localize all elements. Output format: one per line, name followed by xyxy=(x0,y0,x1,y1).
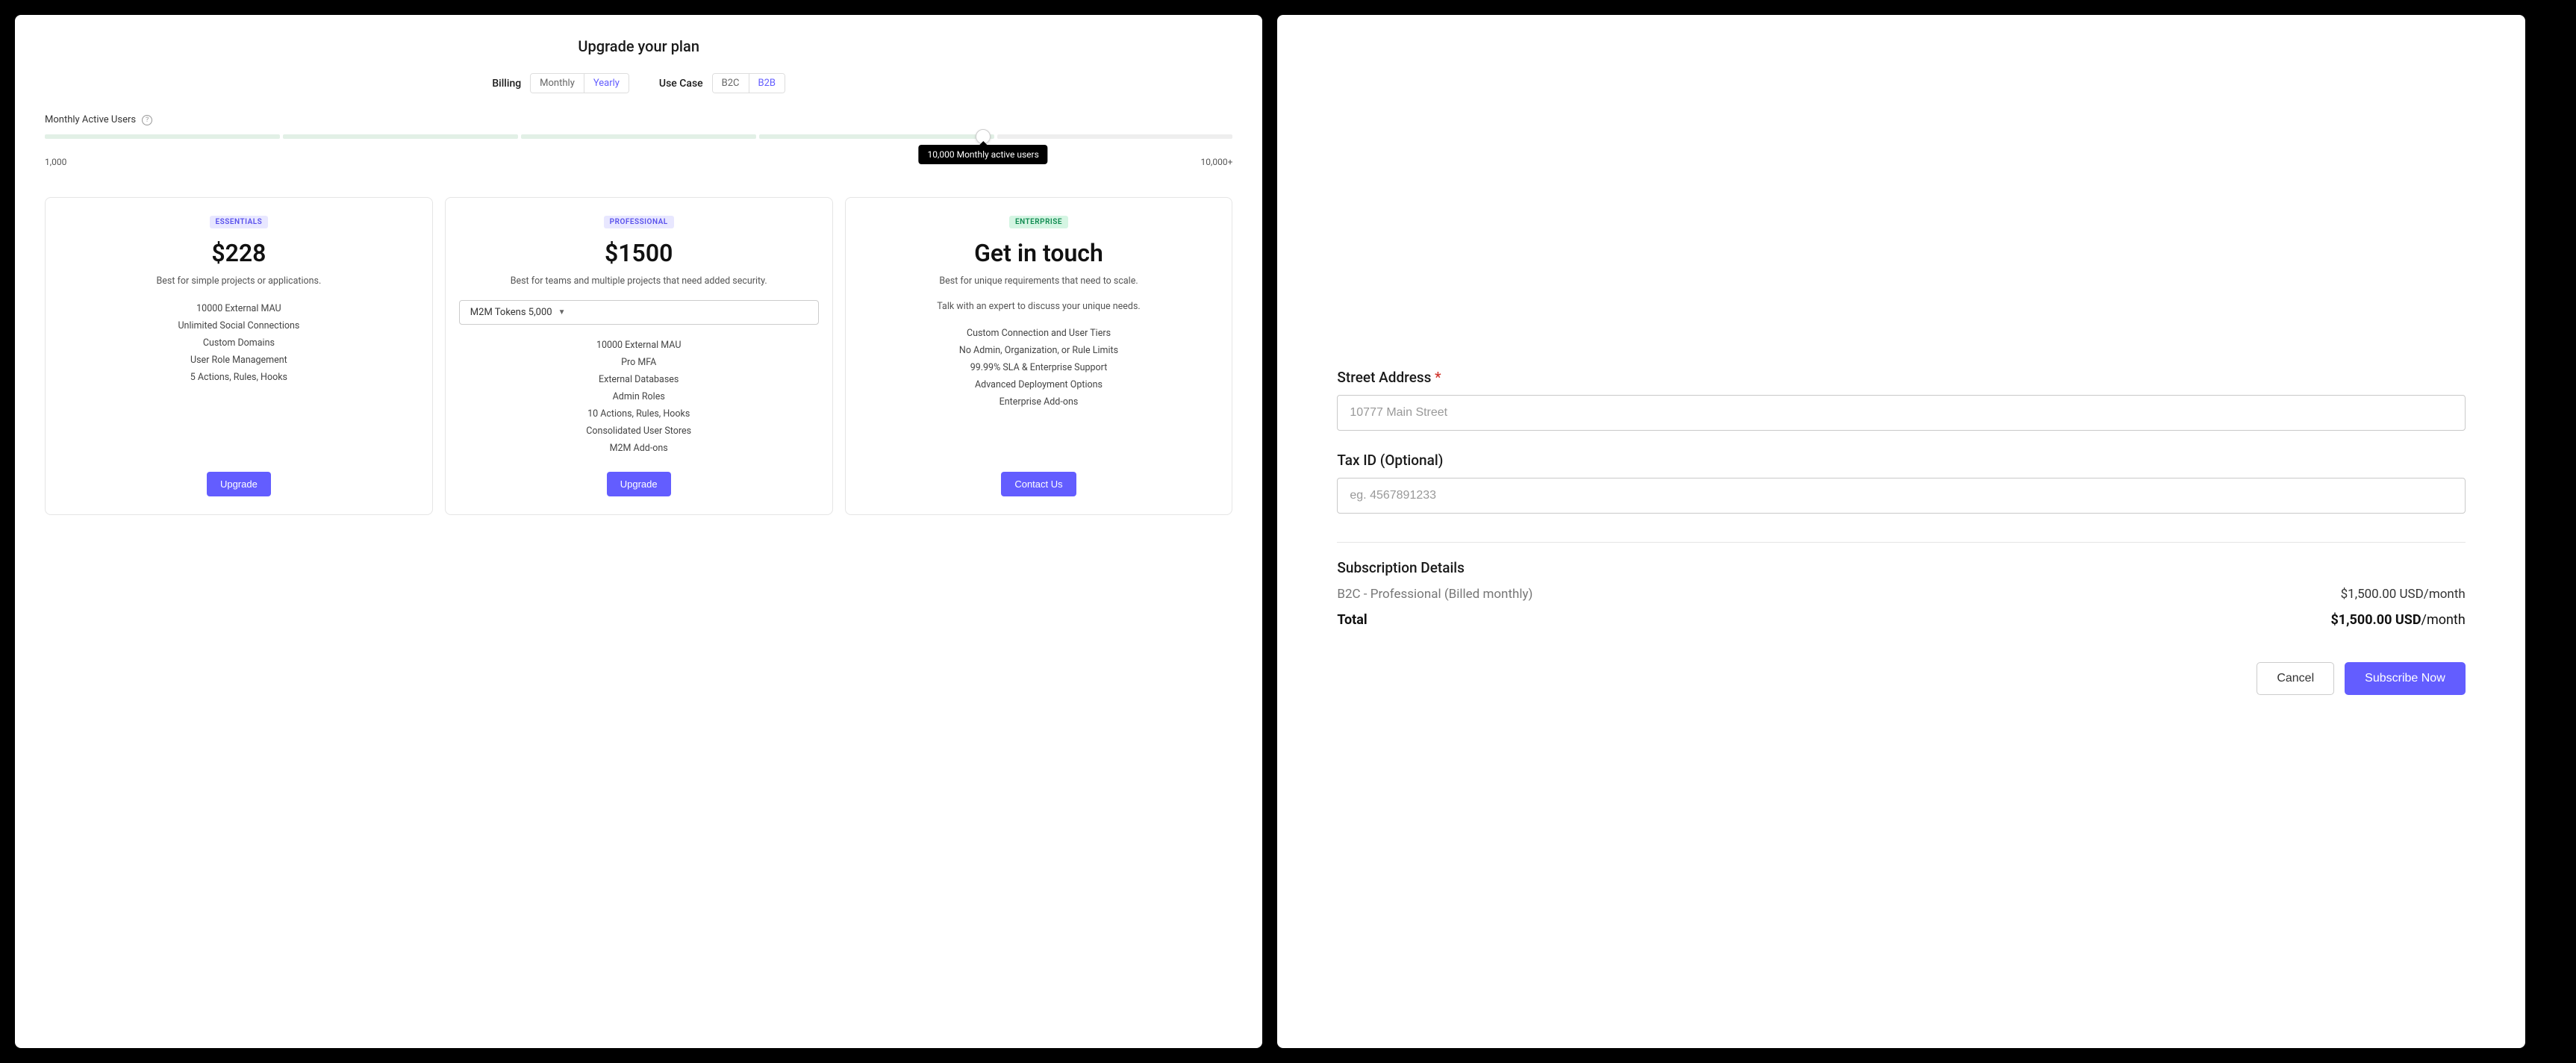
plan-desc: Best for unique requirements that need t… xyxy=(859,275,1219,288)
total-price-suffix: /month xyxy=(2421,612,2466,628)
subscription-plan: B2C - Professional (Billed monthly) xyxy=(1337,587,1532,602)
billing-label: Billing xyxy=(492,78,521,90)
checkout-panel: Street Address * Tax ID (Optional) Subsc… xyxy=(1277,15,2524,1048)
upgrade-button[interactable]: Upgrade xyxy=(207,472,271,496)
slider-max: 10,000+ xyxy=(1200,157,1232,167)
feature-item: Consolidated User Stores xyxy=(459,423,819,440)
plan-badge: PROFESSIONAL xyxy=(604,216,674,228)
total-row: Total $1,500.00 USD/month xyxy=(1337,612,2465,628)
mau-slider[interactable]: 10,000 Monthly active users xyxy=(45,134,1232,139)
feature-item: M2M Add-ons xyxy=(459,440,819,457)
billing-yearly[interactable]: Yearly xyxy=(584,74,629,93)
feature-item: 10000 External MAU xyxy=(59,300,419,317)
feature-list: 10000 External MAU Pro MFA External Data… xyxy=(459,337,819,457)
m2m-dropdown[interactable]: M2M Tokens 5,000 ▼ xyxy=(459,300,819,325)
upgrade-button[interactable]: Upgrade xyxy=(607,472,671,496)
feature-item: Pro MFA xyxy=(459,354,819,371)
m2m-label: M2M Tokens 5,000 xyxy=(470,307,552,318)
feature-item: User Role Management xyxy=(59,352,419,369)
plan-cards: ESSENTIALS $228 Best for simple projects… xyxy=(45,197,1232,515)
usecase-segmented: B2C B2B xyxy=(712,73,785,93)
action-row: Cancel Subscribe Now xyxy=(1337,662,2465,695)
feature-list: 10000 External MAU Unlimited Social Conn… xyxy=(59,300,419,457)
page-title: Upgrade your plan xyxy=(45,37,1232,55)
subscription-price: $1,500.00 USD/month xyxy=(2341,587,2466,602)
feature-item: 5 Actions, Rules, Hooks xyxy=(59,369,419,386)
divider xyxy=(1337,542,2465,543)
feature-item: 99.99% SLA & Enterprise Support xyxy=(859,359,1219,376)
subscription-row: B2C - Professional (Billed monthly) $1,5… xyxy=(1337,587,2465,602)
total-price: $1,500.00 USD/month xyxy=(2330,612,2465,628)
help-icon[interactable]: ? xyxy=(142,115,152,125)
plan-desc: Best for simple projects or applications… xyxy=(59,275,419,288)
plan-desc: Best for teams and multiple projects tha… xyxy=(459,275,819,288)
usecase-b2b[interactable]: B2B xyxy=(749,74,785,93)
feature-item: No Admin, Organization, or Rule Limits xyxy=(859,342,1219,359)
feature-item: Custom Domains xyxy=(59,334,419,352)
cancel-button[interactable]: Cancel xyxy=(2257,662,2334,695)
slider-seg xyxy=(997,134,1232,139)
plan-card-essentials: ESSENTIALS $228 Best for simple projects… xyxy=(45,197,433,515)
street-group: Street Address * xyxy=(1337,369,2465,431)
slider-track xyxy=(45,134,1232,139)
total-label: Total xyxy=(1337,612,1367,628)
chevron-down-icon: ▼ xyxy=(558,308,566,317)
tax-input[interactable] xyxy=(1337,478,2465,514)
plan-price: $1500 xyxy=(459,239,819,267)
usecase-toggle-group: Use Case B2C B2B xyxy=(659,73,785,93)
plan-price: Get in touch xyxy=(859,239,1219,267)
plan-price: $228 xyxy=(59,239,419,267)
required-asterisk: * xyxy=(1435,369,1441,386)
usecase-label: Use Case xyxy=(659,78,703,90)
contact-button[interactable]: Contact Us xyxy=(1001,472,1076,496)
billing-segmented: Monthly Yearly xyxy=(530,73,629,93)
mau-row: Monthly Active Users ? xyxy=(45,114,1232,125)
feature-list: Custom Connection and User Tiers No Admi… xyxy=(859,325,1219,457)
feature-item: Custom Connection and User Tiers xyxy=(859,325,1219,342)
feature-item: Admin Roles xyxy=(459,388,819,405)
subscription-title: Subscription Details xyxy=(1337,559,2465,576)
plan-subdesc: Talk with an expert to discuss your uniq… xyxy=(859,300,1219,314)
feature-item: 10000 External MAU xyxy=(459,337,819,354)
toggle-row: Billing Monthly Yearly Use Case B2C B2B xyxy=(45,73,1232,93)
feature-item: Advanced Deployment Options xyxy=(859,376,1219,393)
slider-seg xyxy=(759,134,994,139)
slider-seg xyxy=(45,134,280,139)
slider-ends: 1,000 10,000+ xyxy=(45,157,1232,167)
feature-item: Enterprise Add-ons xyxy=(859,393,1219,411)
street-label-text: Street Address xyxy=(1337,369,1431,386)
slider-min: 1,000 xyxy=(45,157,66,167)
billing-toggle-group: Billing Monthly Yearly xyxy=(492,73,629,93)
plan-badge: ENTERPRISE xyxy=(1009,216,1068,228)
plan-card-professional: PROFESSIONAL $1500 Best for teams and mu… xyxy=(445,197,833,515)
street-label: Street Address * xyxy=(1337,369,2465,386)
plan-card-enterprise: ENTERPRISE Get in touch Best for unique … xyxy=(845,197,1233,515)
plan-panel: Upgrade your plan Billing Monthly Yearly… xyxy=(15,15,1262,1048)
subscribe-button[interactable]: Subscribe Now xyxy=(2345,662,2466,695)
mau-label: Monthly Active Users xyxy=(45,114,136,125)
feature-item: Unlimited Social Connections xyxy=(59,317,419,334)
billing-monthly[interactable]: Monthly xyxy=(531,74,584,93)
feature-item: External Databases xyxy=(459,371,819,388)
tax-label: Tax ID (Optional) xyxy=(1337,452,2465,469)
street-input[interactable] xyxy=(1337,395,2465,431)
total-price-amount: $1,500.00 USD xyxy=(2330,612,2421,628)
tax-group: Tax ID (Optional) xyxy=(1337,452,2465,514)
feature-item: 10 Actions, Rules, Hooks xyxy=(459,405,819,423)
slider-seg xyxy=(521,134,756,139)
plan-badge: ESSENTIALS xyxy=(210,216,269,228)
usecase-b2c[interactable]: B2C xyxy=(713,74,749,93)
slider-seg xyxy=(283,134,518,139)
